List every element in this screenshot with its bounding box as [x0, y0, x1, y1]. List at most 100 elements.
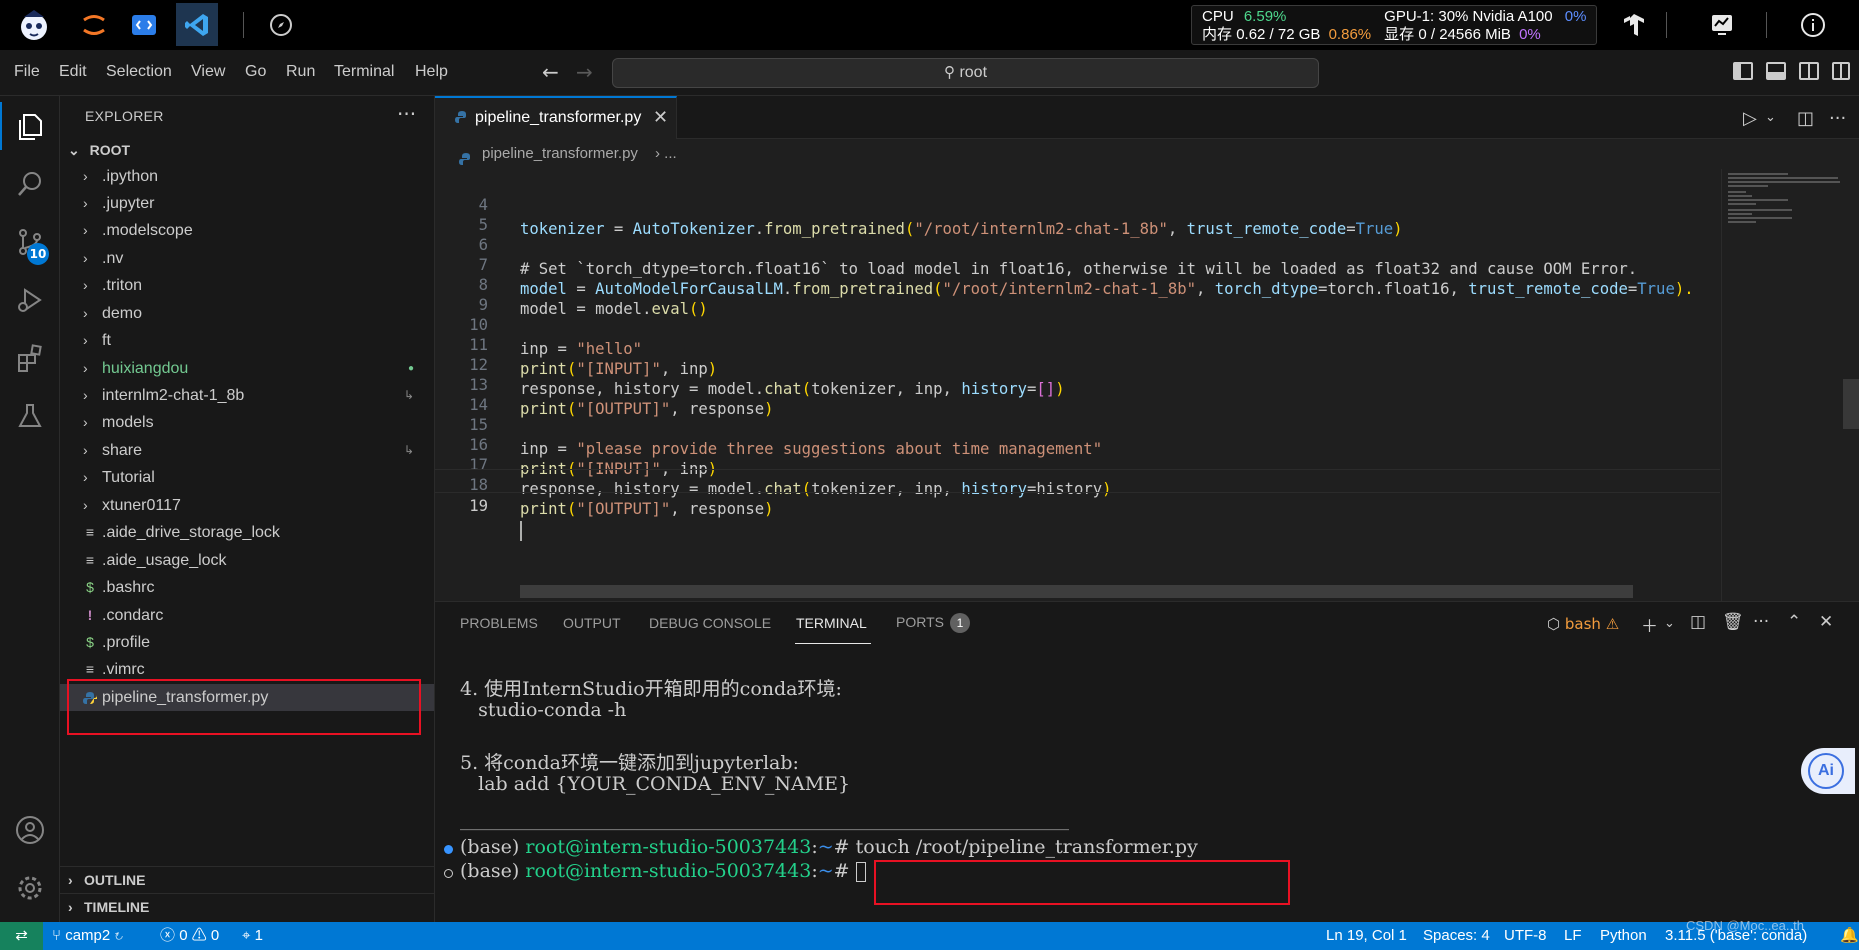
tab-output[interactable]: OUTPUT	[563, 615, 621, 631]
tree-item-aide-usage-lock[interactable]: ≡ .aide_usage_lock	[60, 547, 434, 574]
end-of-line[interactable]: LF	[1564, 922, 1582, 950]
settings-gear-icon[interactable]	[12, 870, 48, 906]
branch-indicator[interactable]: ⑂ camp2 ↻	[52, 922, 123, 950]
tensorflow-icon[interactable]	[1616, 7, 1652, 43]
forward-arrow-icon[interactable]: →	[576, 60, 593, 84]
menu-file[interactable]: File	[14, 63, 40, 81]
tab-debug-console[interactable]: DEBUG CONSOLE	[649, 615, 771, 631]
extensions-icon[interactable]	[12, 340, 48, 376]
tab-terminal[interactable]: TERMINAL	[796, 615, 867, 631]
remote-indicator-icon[interactable]: ⇄	[0, 922, 43, 950]
menu-help[interactable]: Help	[415, 63, 448, 81]
monitor-chart-icon[interactable]	[1704, 7, 1740, 43]
outline-label: OUTLINE	[84, 872, 146, 888]
split-editor-icon[interactable]: ◫	[1797, 108, 1814, 129]
ai-label: Ai	[1808, 753, 1844, 789]
code-server-icon[interactable]	[126, 7, 162, 43]
chevron-right-icon: ›	[83, 195, 88, 211]
vertical-scrollbar[interactable]	[1841, 169, 1859, 601]
trash-icon[interactable]: 🗑	[1722, 612, 1744, 632]
tree-item-profile[interactable]: $ .profile	[60, 629, 434, 656]
tree-item-ipython[interactable]: › .ipython	[60, 163, 434, 190]
tree-item-jupyter[interactable]: › .jupyter	[60, 190, 434, 217]
split-terminal-icon[interactable]: ◫	[1690, 612, 1706, 632]
search-icon[interactable]	[12, 166, 48, 202]
vscode-icon[interactable]	[176, 3, 218, 46]
tab-ports[interactable]: PORTS 1	[896, 613, 970, 633]
tree-item-nv[interactable]: › .nv	[60, 245, 434, 272]
notifications-bell-icon[interactable]: 🔔	[1840, 922, 1859, 950]
horizontal-scrollbar[interactable]	[520, 585, 1633, 598]
tree-item-condarc[interactable]: ! .condarc	[60, 602, 434, 629]
tree-item-internlm2-chat-1_8b[interactable]: › internlm2-chat-1_8b ↳	[60, 382, 434, 409]
timeline-section[interactable]: › TIMELINE	[60, 893, 434, 920]
outline-section[interactable]: › OUTLINE	[60, 866, 434, 893]
tab-label: pipeline_transformer.py	[475, 109, 642, 126]
tree-item-share[interactable]: › share ↳	[60, 437, 434, 464]
tab-pipeline-transformer[interactable]: pipeline_transformer.py ✕	[435, 96, 677, 139]
toggle-secondary-sidebar-icon[interactable]	[1799, 62, 1819, 80]
chevron-right-icon: ›	[83, 497, 88, 513]
account-icon[interactable]	[12, 812, 48, 848]
tree-item-huixiangdou[interactable]: › huixiangdou ●	[60, 355, 434, 382]
jupyter-icon[interactable]	[76, 7, 112, 43]
more-actions-icon[interactable]: ···	[1829, 108, 1846, 129]
problems-indicator[interactable]: ⓧ 0 ⚠ 0	[160, 922, 219, 950]
command-success-dot-icon[interactable]	[444, 845, 453, 854]
scrollbar-thumb[interactable]	[1843, 379, 1859, 429]
run-debug-icon[interactable]	[12, 282, 48, 318]
chevron-down-icon[interactable]: ⌄	[1765, 110, 1776, 125]
tree-item-label: .ipython	[102, 168, 159, 185]
chevron-right-icon: ›	[83, 168, 88, 184]
customize-layout-icon[interactable]	[1832, 62, 1850, 80]
info-icon[interactable]	[1795, 7, 1831, 43]
terminal-command: touch /root/pipeline_transformer.py	[855, 836, 1198, 858]
indentation[interactable]: Spaces: 4	[1423, 922, 1490, 950]
more-actions-icon[interactable]: ···	[397, 102, 416, 126]
menu-view[interactable]: View	[191, 63, 225, 81]
minimap[interactable]	[1721, 169, 1841, 601]
close-icon[interactable]: ✕	[653, 107, 668, 128]
toggle-panel-icon[interactable]	[1766, 62, 1786, 80]
breadcrumb-more[interactable]: › ...	[655, 139, 677, 169]
tree-item-triton[interactable]: › .triton	[60, 272, 434, 299]
chevron-right-icon: ›	[83, 360, 88, 376]
tree-item-tutorial[interactable]: › Tutorial	[60, 464, 434, 491]
tree-item-models[interactable]: › models	[60, 409, 434, 436]
root-folder-header[interactable]: ⌄ ROOT	[68, 142, 130, 159]
back-arrow-icon[interactable]: ←	[542, 60, 559, 84]
more-actions-icon[interactable]: ···	[1753, 612, 1769, 632]
menu-selection[interactable]: Selection	[106, 63, 172, 81]
new-terminal-plus-icon[interactable]: ＋	[1641, 612, 1658, 637]
toggle-primary-sidebar-icon[interactable]	[1733, 62, 1753, 80]
encoding[interactable]: UTF-8	[1504, 922, 1547, 950]
menu-edit[interactable]: Edit	[59, 63, 87, 81]
terminal-shell-selector[interactable]: ⬡ bash ⚠	[1547, 615, 1619, 633]
compass-icon[interactable]	[263, 7, 299, 43]
language-mode[interactable]: Python	[1600, 922, 1647, 950]
testing-flask-icon[interactable]	[12, 398, 48, 434]
maximize-panel-icon[interactable]: ⌃	[1787, 612, 1801, 632]
chevron-down-icon[interactable]: ⌄	[1664, 616, 1675, 631]
tree-item-xtuner0117[interactable]: › xtuner0117	[60, 492, 434, 519]
menu-terminal[interactable]: Terminal	[334, 63, 394, 81]
close-panel-icon[interactable]: ✕	[1819, 612, 1833, 632]
tab-problems[interactable]: PROBLEMS	[460, 615, 538, 631]
explorer-icon[interactable]	[0, 102, 48, 150]
tree-item-aide-drive-storage-lock[interactable]: ≡ .aide_drive_storage_lock	[60, 519, 434, 546]
tree-item-bashrc[interactable]: $ .bashrc	[60, 574, 434, 601]
intern-studio-logo-icon[interactable]	[16, 7, 52, 43]
tree-item-ft[interactable]: › ft	[60, 327, 434, 354]
menu-go[interactable]: Go	[245, 63, 266, 81]
ai-assistant-button[interactable]: Ai	[1801, 748, 1855, 794]
cursor-position[interactable]: Ln 19, Col 1	[1326, 922, 1407, 950]
run-python-file-icon[interactable]: ▷	[1743, 108, 1757, 129]
menu-run[interactable]: Run	[286, 63, 315, 81]
command-pending-dot-icon[interactable]	[444, 869, 453, 878]
tree-item-demo[interactable]: › demo	[60, 300, 434, 327]
breadcrumb-file[interactable]: pipeline_transformer.py	[482, 139, 638, 169]
command-center-search[interactable]: ⚲ root	[612, 58, 1319, 88]
ports-indicator[interactable]: ⌖ 1	[242, 922, 263, 950]
tree-item-modelscope[interactable]: › .modelscope	[60, 217, 434, 244]
code-editor[interactable]: 4 tokenizer = AutoTokenizer.from_pretrai…	[435, 169, 1859, 601]
